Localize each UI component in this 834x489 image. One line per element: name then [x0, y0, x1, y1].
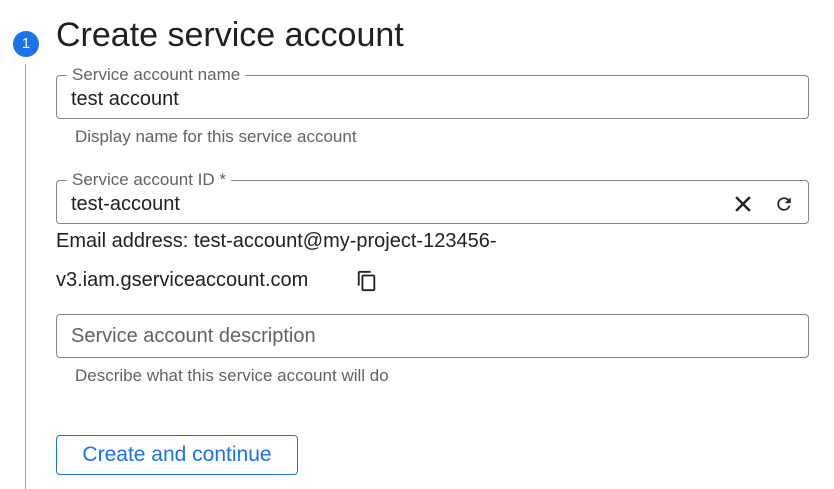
email-address-line-1: Email address: test-account@my-project-1…: [56, 230, 497, 252]
step-connector-line: [25, 64, 26, 489]
service-account-id-field[interactable]: Service account ID * test-account: [56, 171, 809, 224]
service-account-name-value[interactable]: test account: [71, 87, 179, 111]
clear-icon[interactable]: [731, 192, 755, 216]
service-account-id-value[interactable]: test-account: [71, 192, 180, 216]
create-and-continue-button[interactable]: Create and continue: [56, 435, 298, 475]
service-account-name-label: Service account name: [67, 66, 246, 84]
step-number-badge: 1: [13, 31, 39, 57]
service-account-id-label: Service account ID *: [67, 171, 232, 189]
service-account-description-field[interactable]: Service account description: [56, 314, 809, 358]
service-account-description-hint: Describe what this service account will …: [75, 366, 389, 385]
page-title: Create service account: [56, 16, 404, 54]
service-account-name-hint: Display name for this service account: [75, 127, 357, 146]
service-account-description-placeholder[interactable]: Service account description: [71, 324, 316, 348]
email-address-line-2: v3.iam.gserviceaccount.com: [56, 269, 309, 291]
refresh-icon[interactable]: [772, 192, 796, 216]
copy-icon[interactable]: [356, 270, 378, 292]
service-account-name-field[interactable]: Service account name test account: [56, 66, 809, 119]
